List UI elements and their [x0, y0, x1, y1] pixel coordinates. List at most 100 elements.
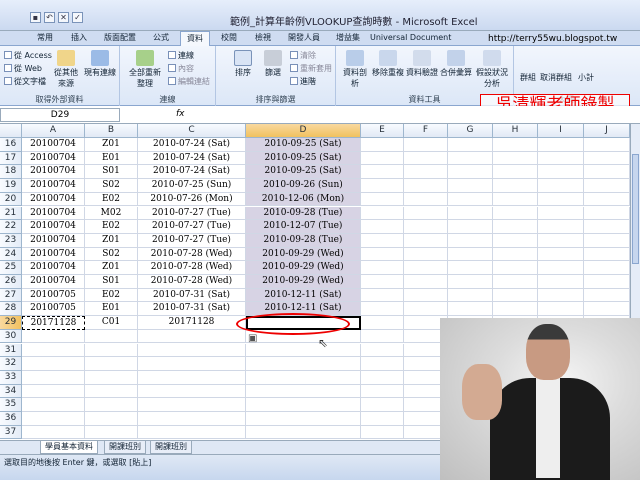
grid-cell[interactable] [404, 233, 448, 248]
sheet-tab[interactable]: 學員基本資料 [40, 441, 98, 454]
row-header[interactable]: 16 [0, 138, 22, 152]
grid-cell[interactable] [584, 302, 630, 317]
grid-cell[interactable]: 2010-07-28 (Wed) [138, 275, 246, 289]
grid-cell[interactable]: 2010-07-27 (Tue) [138, 220, 246, 234]
grid-cell[interactable] [538, 179, 584, 193]
grid-cell[interactable] [404, 220, 448, 234]
grid-cell[interactable]: S01 [85, 165, 138, 180]
grid-cell[interactable] [22, 357, 85, 371]
grid-cell[interactable]: E02 [85, 288, 138, 303]
row-header[interactable]: 32 [0, 357, 22, 371]
grid-cell[interactable] [493, 220, 538, 234]
grid-cell[interactable]: 20100704 [22, 233, 85, 248]
grid-cell[interactable]: 2010-07-26 (Mon) [138, 192, 246, 207]
grid-cell[interactable] [448, 233, 493, 248]
subtotal-button[interactable]: 小計 [574, 72, 598, 83]
grid-cell[interactable] [448, 288, 493, 303]
row-header[interactable]: 25 [0, 261, 22, 275]
column-header-a[interactable]: A [22, 124, 85, 138]
grid-cell[interactable] [448, 302, 493, 317]
row-header[interactable]: 18 [0, 165, 22, 180]
grid-cell[interactable]: 20171128 [22, 316, 85, 330]
remove-duplicates-button[interactable]: 移除重複 [372, 50, 404, 78]
grid-cell[interactable] [448, 192, 493, 207]
grid-cell[interactable]: 20100704 [22, 192, 85, 207]
grid-cell[interactable] [584, 206, 630, 221]
cut-icon[interactable]: ✕ [58, 12, 69, 23]
grid-cell[interactable] [246, 425, 361, 440]
grid-cell[interactable] [22, 398, 85, 412]
grid-cell[interactable] [538, 138, 584, 152]
grid-cell[interactable] [584, 275, 630, 289]
refresh-all-button[interactable]: 全部重新整理 [126, 50, 164, 89]
grid-cell[interactable] [246, 398, 361, 412]
grid-cell[interactable] [493, 288, 538, 303]
grid-cell[interactable] [85, 370, 138, 385]
sort-button[interactable]: 排序 [230, 50, 256, 78]
row-header[interactable]: 22 [0, 220, 22, 234]
grid-cell[interactable]: 20100704 [22, 206, 85, 221]
grid-cell[interactable] [538, 261, 584, 275]
tab-formulas[interactable]: 公式 [146, 31, 176, 46]
grid-cell[interactable] [85, 343, 138, 358]
tab-insert[interactable]: 插入 [64, 31, 94, 46]
grid-cell[interactable]: Z01 [85, 233, 138, 248]
grid-cell[interactable]: 20100704 [22, 275, 85, 289]
grid-cell[interactable] [448, 261, 493, 275]
grid-cell[interactable]: Z01 [85, 261, 138, 275]
sheet-tab[interactable]: 開課班別 [104, 441, 146, 454]
grid-cell[interactable] [493, 192, 538, 207]
grid-cell[interactable] [448, 247, 493, 262]
grid-cell[interactable] [448, 275, 493, 289]
grid-cell[interactable] [361, 192, 404, 207]
grid-cell[interactable] [493, 261, 538, 275]
tab-data[interactable]: 資料 [180, 31, 210, 46]
grid-cell[interactable] [584, 165, 630, 180]
advanced-button[interactable]: 進階 [290, 76, 316, 87]
grid-cell[interactable] [448, 206, 493, 221]
column-header-j[interactable]: J [584, 124, 630, 138]
grid-cell[interactable] [85, 357, 138, 371]
row-header[interactable]: 20 [0, 192, 22, 207]
row-header[interactable]: 19 [0, 179, 22, 193]
grid-cell[interactable] [361, 233, 404, 248]
filter-button[interactable]: 篩選 [260, 50, 286, 78]
grid-cell[interactable]: 2010-07-27 (Tue) [138, 233, 246, 248]
grid-cell[interactable] [448, 220, 493, 234]
grid-cell[interactable] [538, 247, 584, 262]
fx-icon[interactable]: fx [176, 109, 185, 119]
grid-cell[interactable]: M02 [85, 206, 138, 221]
grid-cell[interactable]: 20100705 [22, 288, 85, 303]
consolidate-button[interactable]: 合併彙算 [440, 50, 472, 78]
tab-developer[interactable]: 開發人員 [282, 31, 326, 46]
grid-cell[interactable] [138, 357, 246, 371]
name-box[interactable]: D29 [0, 108, 120, 122]
grid-cell[interactable] [85, 412, 138, 426]
grid-cell[interactable] [361, 261, 404, 275]
grid-cell[interactable] [584, 247, 630, 262]
column-header-h[interactable]: H [493, 124, 538, 138]
grid-cell[interactable]: 2010-09-25 (Sat) [246, 138, 361, 152]
grid-cell[interactable]: 2010-12-11 (Sat) [246, 288, 361, 303]
properties-button[interactable]: 內容 [168, 63, 194, 74]
grid-cell[interactable]: Z01 [85, 138, 138, 152]
grid-cell[interactable] [404, 206, 448, 221]
text-to-columns-button[interactable]: 資料剖析 [340, 50, 370, 89]
grid-cell[interactable] [361, 357, 404, 371]
row-header[interactable]: 37 [0, 425, 22, 440]
grid-cell[interactable]: 20100705 [22, 302, 85, 317]
grid-cell[interactable] [246, 370, 361, 385]
grid-cell[interactable] [493, 138, 538, 152]
row-header[interactable]: 27 [0, 288, 22, 303]
column-header-e[interactable]: E [361, 124, 404, 138]
column-header-f[interactable]: F [404, 124, 448, 138]
grid-cell[interactable] [538, 288, 584, 303]
column-header-g[interactable]: G [448, 124, 493, 138]
grid-cell[interactable] [493, 247, 538, 262]
clear-button[interactable]: 清除 [290, 50, 316, 61]
save-icon[interactable]: ▪ [30, 12, 41, 23]
grid-cell[interactable]: 2010-07-28 (Wed) [138, 261, 246, 275]
grid-cell[interactable] [361, 138, 404, 152]
grid-cell[interactable]: 2010-07-24 (Sat) [138, 138, 246, 152]
grid-cell[interactable] [448, 165, 493, 180]
